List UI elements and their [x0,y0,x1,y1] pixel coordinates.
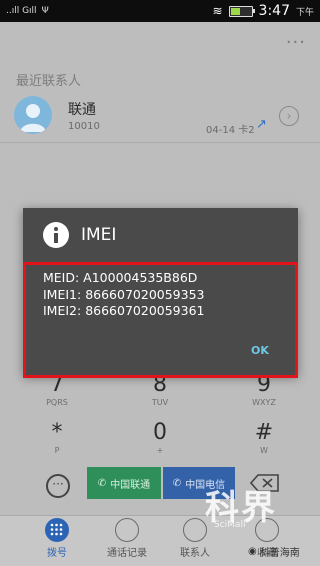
imei2-line: IMEI2: 866607020059361 [43,303,205,318]
imei1-line: IMEI1: 866607020059353 [43,286,205,302]
ok-button[interactable]: OK [251,344,269,357]
key-hash[interactable]: # W [219,420,309,455]
key-letters: + [156,446,164,455]
avatar [14,96,52,134]
recent-contacts-title: 最近联系人 [16,74,82,89]
signal-indicator: ..ıll Gıll [6,6,37,16]
recent-contact-row[interactable]: 联通 10010 04-14 卡2 ↗ › [0,92,320,143]
watermark-sub: SciMall [214,520,246,530]
tab-dialpad-label: 拨号 [47,548,67,559]
key-letters: TUV [151,398,169,407]
key-0[interactable]: 0 + [115,420,205,455]
tab-call-log[interactable]: 通话记录 [92,518,162,559]
battery-icon [228,5,255,17]
key-letters: PQRS [46,398,68,407]
key-letters: WXYZ [252,398,276,407]
contacts-icon [183,518,207,542]
key-star[interactable]: * P [12,420,102,455]
info-icon [43,222,69,248]
phone-icon: ✆ [97,477,107,489]
wechat-icon: ◉ [248,546,257,557]
key-letters: W [260,446,268,455]
contact-call-meta: 04-14 卡2 [206,125,255,136]
message-icon[interactable]: ··· [46,474,70,498]
contact-name: 联通 [68,102,96,118]
dialpad-icon [45,518,69,542]
call-log-icon [115,518,139,542]
tab-contacts-label: 联系人 [180,548,210,559]
outgoing-call-icon: ↗ [256,117,267,132]
clock-time: 3:47 [258,3,290,19]
watermark-account: ◉ 科普海南 [248,544,300,559]
tab-call-log-label: 通话记录 [107,548,147,559]
key-digit: # [254,420,274,445]
watermark-account-name: 科普海南 [259,548,300,559]
overflow-menu-icon[interactable]: ··· [286,32,306,53]
battery-level-fill [230,7,241,15]
call-sim1-label: 中国联通 [110,479,151,491]
dialog-message: MEID: A100004535B86D IMEI1: 866607020059… [43,270,205,320]
phone-icon: ✆ [172,477,182,489]
wifi-icon: ≋ [212,4,223,18]
key-letters: P [54,446,60,455]
tab-dialpad[interactable]: 拨号 [22,518,92,559]
call-sim1-button[interactable]: ✆ 中国联通 [87,467,161,499]
key-digit: * [51,420,63,445]
status-bar: ..ıll Gıll Ψ ≋ 3:47 下午 [0,0,320,22]
meid-line: MEID: A100004535B86D [43,270,198,285]
clock-ampm: 下午 [295,7,314,18]
contact-detail-button[interactable]: › [279,106,299,126]
dialog-title: IMEI [81,225,117,245]
dialog-header: IMEI [23,208,298,262]
usb-icon: Ψ [41,6,49,16]
imei-dialog: IMEI MEID: A100004535B86D IMEI1: 8666070… [23,208,298,378]
key-digit: 0 [153,420,167,445]
contact-number: 10010 [68,121,100,132]
